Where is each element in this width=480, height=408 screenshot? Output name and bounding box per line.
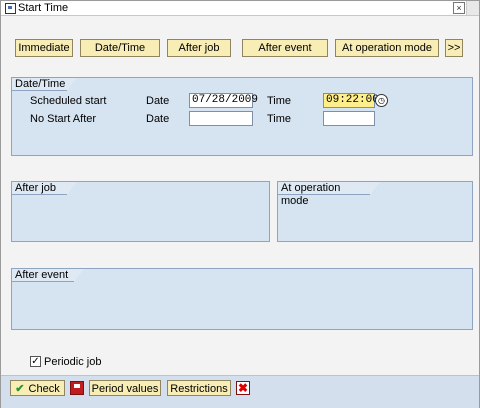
periodic-job-label: Periodic job <box>44 356 102 368</box>
check-button-label: Check <box>28 383 60 395</box>
no-start-time-label: Time <box>267 113 292 125</box>
title-bar-edge <box>466 1 479 15</box>
checkmark-icon: ✔ <box>15 383 25 395</box>
check-button[interactable]: ✔ Check <box>10 380 65 396</box>
scheduled-start-label: Scheduled start <box>30 95 107 107</box>
at-operation-mode-panel-title: At operation mode <box>278 182 380 207</box>
save-icon[interactable] <box>70 381 84 395</box>
datetime-button[interactable]: Date/Time <box>80 39 160 57</box>
no-start-date-field[interactable] <box>189 111 253 126</box>
no-start-after-label: No Start After <box>30 113 97 125</box>
no-start-time-field[interactable] <box>323 111 375 126</box>
after-job-button[interactable]: After job <box>167 39 231 57</box>
after-job-panel-title: After job <box>12 182 77 195</box>
at-operation-mode-button[interactable]: At operation mode <box>335 39 439 57</box>
after-event-panel-title: After event <box>12 269 84 282</box>
after-event-panel: After event <box>11 268 473 330</box>
title-bar: Start Time × <box>1 1 479 16</box>
start-time-dialog: Start Time × Immediate Date/Time After j… <box>0 0 480 408</box>
restrictions-button[interactable]: Restrictions <box>167 380 231 396</box>
after-event-button[interactable]: After event <box>242 39 328 57</box>
window-icon <box>5 3 16 14</box>
window-title: Start Time <box>18 2 69 14</box>
period-values-button[interactable]: Period values <box>89 380 161 396</box>
time-picker-icon[interactable]: ◷ <box>375 94 388 107</box>
at-operation-mode-panel: At operation mode <box>277 181 473 242</box>
scheduled-time-field[interactable]: 09:22:00 <box>323 93 379 108</box>
periodic-job-checkbox[interactable]: ✓ <box>30 356 41 367</box>
cancel-icon[interactable]: ✖ <box>236 381 250 395</box>
no-start-date-label: Date <box>146 113 170 125</box>
scheduled-date-field[interactable]: 07/28/2009 <box>189 93 258 108</box>
more-button[interactable]: >> <box>445 39 463 57</box>
datetime-panel-title: Date/Time <box>12 78 77 91</box>
scheduled-time-label: Time <box>267 95 292 107</box>
immediate-button[interactable]: Immediate <box>15 39 73 57</box>
scheduled-date-label: Date <box>146 95 170 107</box>
close-icon[interactable]: × <box>453 2 465 14</box>
after-job-panel: After job <box>11 181 270 242</box>
